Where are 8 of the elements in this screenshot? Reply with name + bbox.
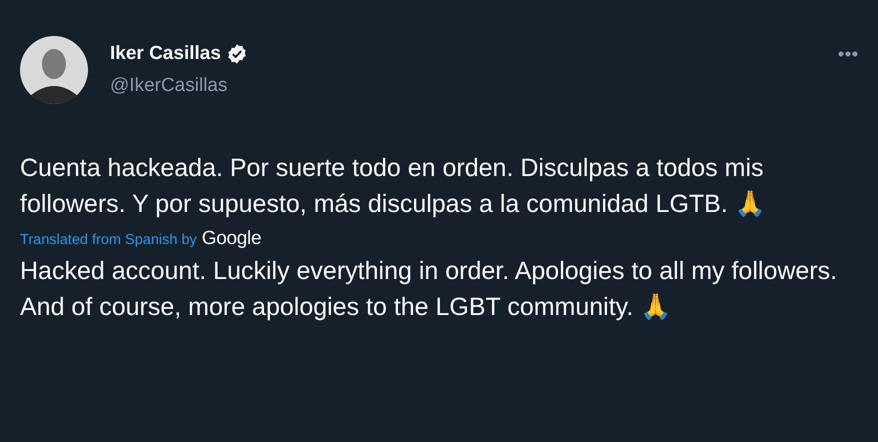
avatar[interactable] [20, 36, 88, 104]
translation-label: Translated from Spanish by [20, 232, 197, 248]
translation-provider: Google [202, 228, 262, 250]
more-options-icon[interactable] [838, 51, 858, 57]
tweet-text: Cuenta hackeada. Por suerte todo en orden. Disculpas a todos mis followers. Y por supuesto, más disculpas a la comunidad LGTB. 🙏 [20, 153, 767, 220]
translated-text: Hacked account. Luckily everything in order. Apologies to all my followers. And of course, more apologies to the LGBT community. 🙏 [20, 256, 838, 323]
author-handle[interactable]: @IkerCasillas [110, 75, 816, 97]
author-name[interactable]: Iker Casillas [110, 43, 221, 65]
